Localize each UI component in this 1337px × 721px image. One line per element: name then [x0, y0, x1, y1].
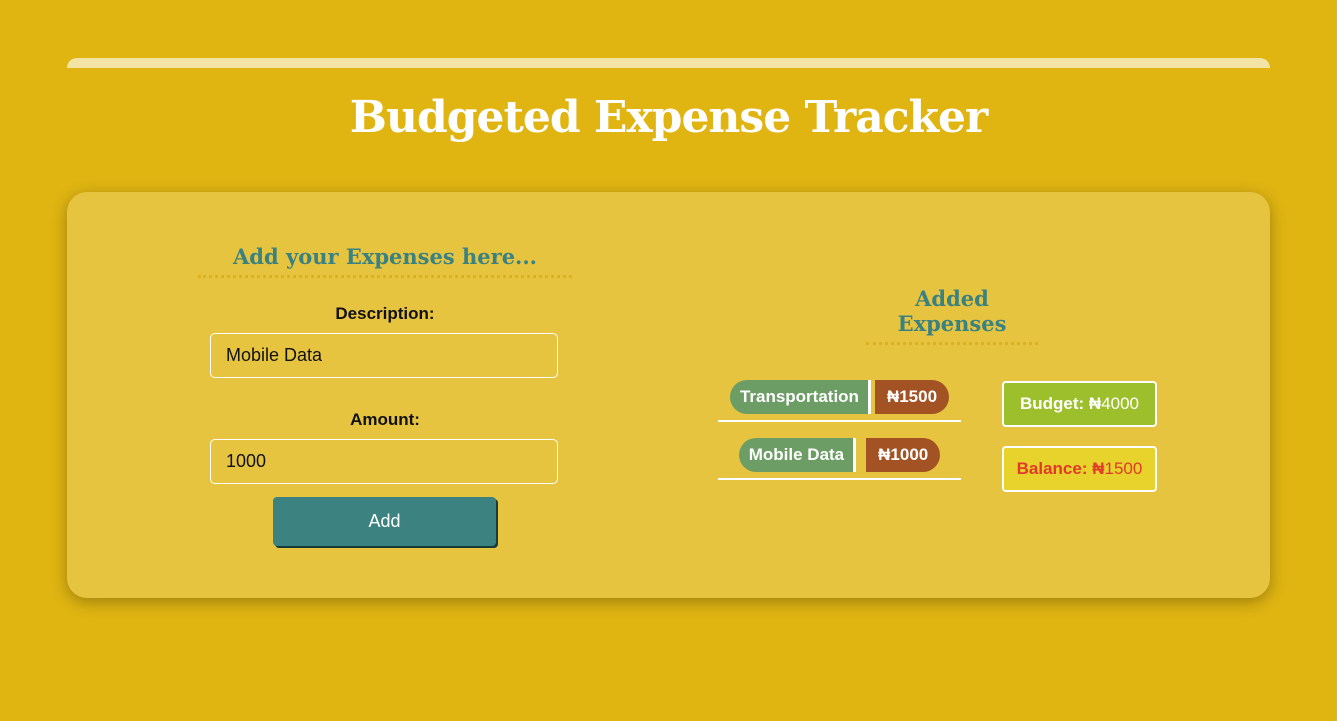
expense-amount: ₦1500	[874, 380, 950, 414]
expense-description: Transportation	[729, 380, 871, 414]
balance-value: 1500	[1104, 459, 1143, 478]
description-label: Description:	[335, 304, 435, 323]
add-button[interactable]: Add	[273, 497, 496, 546]
amount-label: Amount:	[350, 410, 420, 429]
balance-label: Balance: ₦	[1016, 459, 1105, 478]
description-input[interactable]	[210, 333, 558, 378]
budget-value: 4000	[1101, 394, 1140, 413]
budget-label: Budget: ₦	[1019, 394, 1102, 413]
amount-input[interactable]	[210, 439, 558, 484]
page-title: Budgeted Expense Tracker	[349, 92, 988, 143]
balance-box: Balance: ₦ 1500	[1002, 446, 1157, 492]
expense-amount: ₦1000	[866, 438, 941, 472]
expense-description: Mobile Data	[738, 438, 857, 472]
budget-box: Budget: ₦ 4000	[1002, 381, 1157, 427]
expense-item: Mobile Data ₦1000	[718, 432, 961, 480]
form-heading: Add your Expenses here...	[198, 244, 572, 278]
expense-item: Transportation ₦1500	[718, 374, 961, 422]
expenses-heading: Added Expenses	[866, 286, 1038, 345]
tracker-card: Add your Expenses here... Description: A…	[67, 192, 1270, 598]
top-bar	[67, 58, 1270, 68]
